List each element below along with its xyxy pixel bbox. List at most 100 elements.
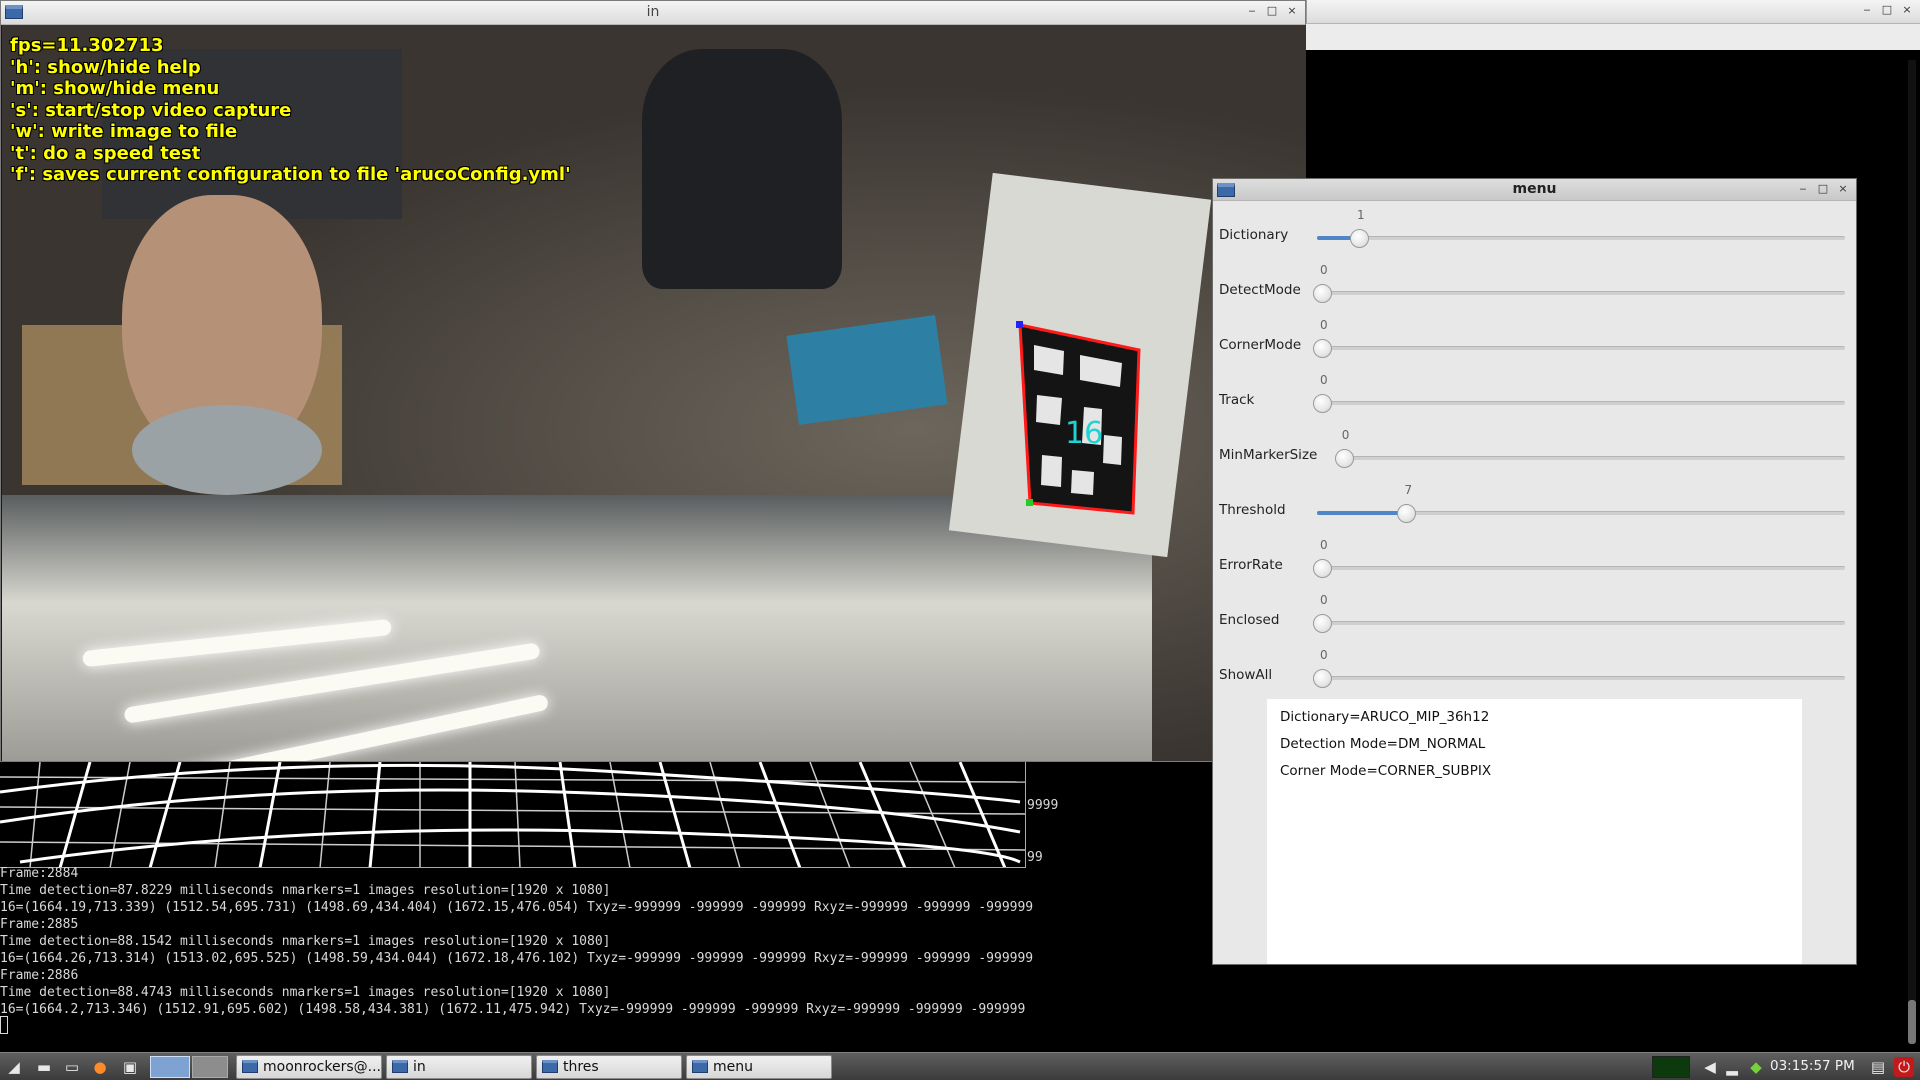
taskbar-task-label: moonrockers@... (263, 1059, 381, 1075)
trackbar-handle[interactable] (1313, 394, 1332, 413)
terminal-line: 16=(1664.2,713.346) (1512.91,695.602) (1… (0, 1002, 1026, 1017)
trackbar-handle[interactable] (1313, 669, 1332, 688)
clock[interactable]: 03:15:57 PM (1770, 1058, 1855, 1074)
trackbar-handle[interactable] (1334, 449, 1354, 468)
trackbar-groove[interactable] (1338, 456, 1845, 460)
taskbar-task-label: thres (563, 1059, 599, 1075)
taskbar-task-label: in (413, 1059, 426, 1075)
terminal-output[interactable]: Frame:2884 Time detection=87.8229 millise… (0, 865, 1212, 1018)
trackbar-label: Dictionary (1219, 227, 1289, 243)
trackbar-track: Track 0 (1213, 368, 1856, 423)
terminal-line: Frame:2886 (0, 968, 79, 983)
camera-feed[interactable]: 16 fps=11.302713'h': show/hide help'm': … (2, 25, 1306, 761)
maximize-button[interactable]: □ (1816, 181, 1830, 197)
minimize-button[interactable]: ‒ (1245, 3, 1259, 19)
terminal-line: Frame:2885 (0, 917, 79, 932)
terminal-cursor (0, 1016, 8, 1034)
trackbar-enclosed: Enclosed 0 (1213, 588, 1856, 643)
trackbar-threshold: Threshold 7 (1213, 478, 1856, 533)
trackbar-handle[interactable] (1397, 504, 1417, 523)
trackbar-detectmode: DetectMode 0 (1213, 258, 1856, 313)
right-window-menubar (1306, 24, 1920, 50)
file-manager-icon[interactable]: ▬ (34, 1057, 54, 1077)
info-corner-mode: Corner Mode=CORNER_SUBPIX (1280, 763, 1492, 779)
trackbar-groove[interactable] (1317, 401, 1845, 405)
overlay-line: 'm': show/hide menu (10, 78, 220, 99)
network-icon[interactable]: ▂ (1722, 1057, 1742, 1077)
trackbar-handle[interactable] (1313, 339, 1332, 358)
camera-window-controls: ‒ □ × (1245, 3, 1299, 19)
taskbar-task[interactable]: thres (536, 1055, 682, 1079)
trackbar-groove[interactable] (1317, 346, 1845, 350)
terminal-line: 16=(1664.19,713.339) (1512.54,695.731) (… (0, 900, 1034, 915)
terminal-line: Time detection=88.1542 milliseconds nmar… (0, 934, 611, 949)
terminal-icon[interactable]: ▭ (62, 1057, 82, 1077)
window-icon (692, 1060, 708, 1073)
right-window-controls: ‒ □ × (1860, 2, 1914, 18)
trackbar-groove[interactable] (1317, 236, 1845, 240)
trackbar-groove[interactable] (1317, 291, 1845, 295)
trackbar-groove[interactable] (1317, 621, 1845, 625)
power-icon[interactable]: ⏻ (1894, 1057, 1914, 1077)
marker-corner-second (1026, 499, 1033, 506)
trackbar-value: 0 (1341, 428, 1350, 442)
overlay-line: 'w': write image to file (10, 121, 238, 142)
trackbar-handle[interactable] (1313, 284, 1332, 303)
trackbar-value: 7 (1404, 483, 1413, 497)
marker-id-label: 16 (1065, 416, 1104, 451)
overlay-line: fps=11.302713 (10, 35, 164, 56)
window-icon (542, 1060, 558, 1073)
trackbar-handle[interactable] (1313, 559, 1332, 578)
lock-icon[interactable]: ▤ (1868, 1057, 1888, 1077)
trackbar-groove[interactable] (1317, 676, 1845, 680)
terminal-partial-text: 9999 (1027, 798, 1059, 813)
camera-window: in ‒ □ × 16 fps=11.302713 'h': show/hide… (0, 0, 1306, 762)
threshold-image (0, 762, 1026, 868)
taskbar-task[interactable]: moonrockers@... (236, 1055, 382, 1079)
trackbar-handle[interactable] (1349, 229, 1369, 248)
window-icon (392, 1060, 408, 1073)
minimize-button[interactable]: ‒ (1860, 2, 1874, 18)
menu-window-title: menu (1512, 181, 1557, 197)
trackbar-label: Enclosed (1219, 612, 1280, 628)
close-button[interactable]: × (1900, 2, 1914, 18)
trackbar-cornermode: CornerMode 0 (1213, 313, 1856, 368)
trackbar-groove[interactable] (1317, 566, 1845, 570)
close-button[interactable]: × (1836, 181, 1850, 197)
workspace-1[interactable] (150, 1056, 190, 1078)
nvidia-icon[interactable]: ◆ (1746, 1057, 1766, 1077)
menu-icon[interactable]: ◢ (4, 1057, 24, 1077)
right-window-titlebar[interactable]: ‒ □ × (1306, 0, 1920, 24)
info-dictionary: Dictionary=ARUCO_MIP_36h12 (1280, 709, 1490, 725)
camera-window-titlebar[interactable]: in ‒ □ × (1, 1, 1305, 25)
firefox-icon[interactable]: ● (90, 1057, 110, 1077)
trackbar-value: 0 (1320, 318, 1328, 332)
trackbar-label: ShowAll (1219, 667, 1273, 683)
trackbar-label: MinMarkerSize (1219, 447, 1318, 463)
close-button[interactable]: × (1285, 3, 1299, 19)
menu-window-controls: ‒ □ × (1796, 181, 1850, 197)
taskbar-task[interactable]: menu (686, 1055, 832, 1079)
cpu-monitor (1652, 1056, 1690, 1078)
minimize-button[interactable]: ‒ (1796, 181, 1810, 197)
overlay-line: 's': start/stop video capture (10, 99, 292, 121)
maximize-button[interactable]: □ (1265, 3, 1279, 19)
trackbar-label: Track (1219, 392, 1255, 408)
trackbar-value: 0 (1320, 373, 1328, 387)
show-desktop-icon[interactable]: ▣ (120, 1057, 140, 1077)
trackbar-fill (1317, 511, 1408, 515)
trackbar-label: CornerMode (1219, 337, 1302, 353)
terminal-line: Time detection=88.4743 milliseconds nmar… (0, 985, 611, 1000)
terminal-scrollbar-thumb[interactable] (1908, 1000, 1916, 1044)
taskbar-task[interactable]: in (386, 1055, 532, 1079)
terminal-scrollbar[interactable] (1908, 60, 1916, 1040)
volume-icon[interactable]: ◀ (1700, 1057, 1720, 1077)
menu-window-titlebar[interactable]: menu ‒ □ × (1213, 179, 1856, 201)
trackbar-minmarkersize: MinMarkerSize 0 (1213, 423, 1856, 478)
terminal-line: Frame:2884 (0, 866, 79, 881)
trackbar-handle[interactable] (1313, 614, 1332, 633)
maximize-button[interactable]: □ (1880, 2, 1894, 18)
marker-corner-first (1016, 321, 1023, 328)
workspace-2[interactable] (192, 1056, 228, 1078)
trackbar-value: 0 (1320, 648, 1328, 662)
